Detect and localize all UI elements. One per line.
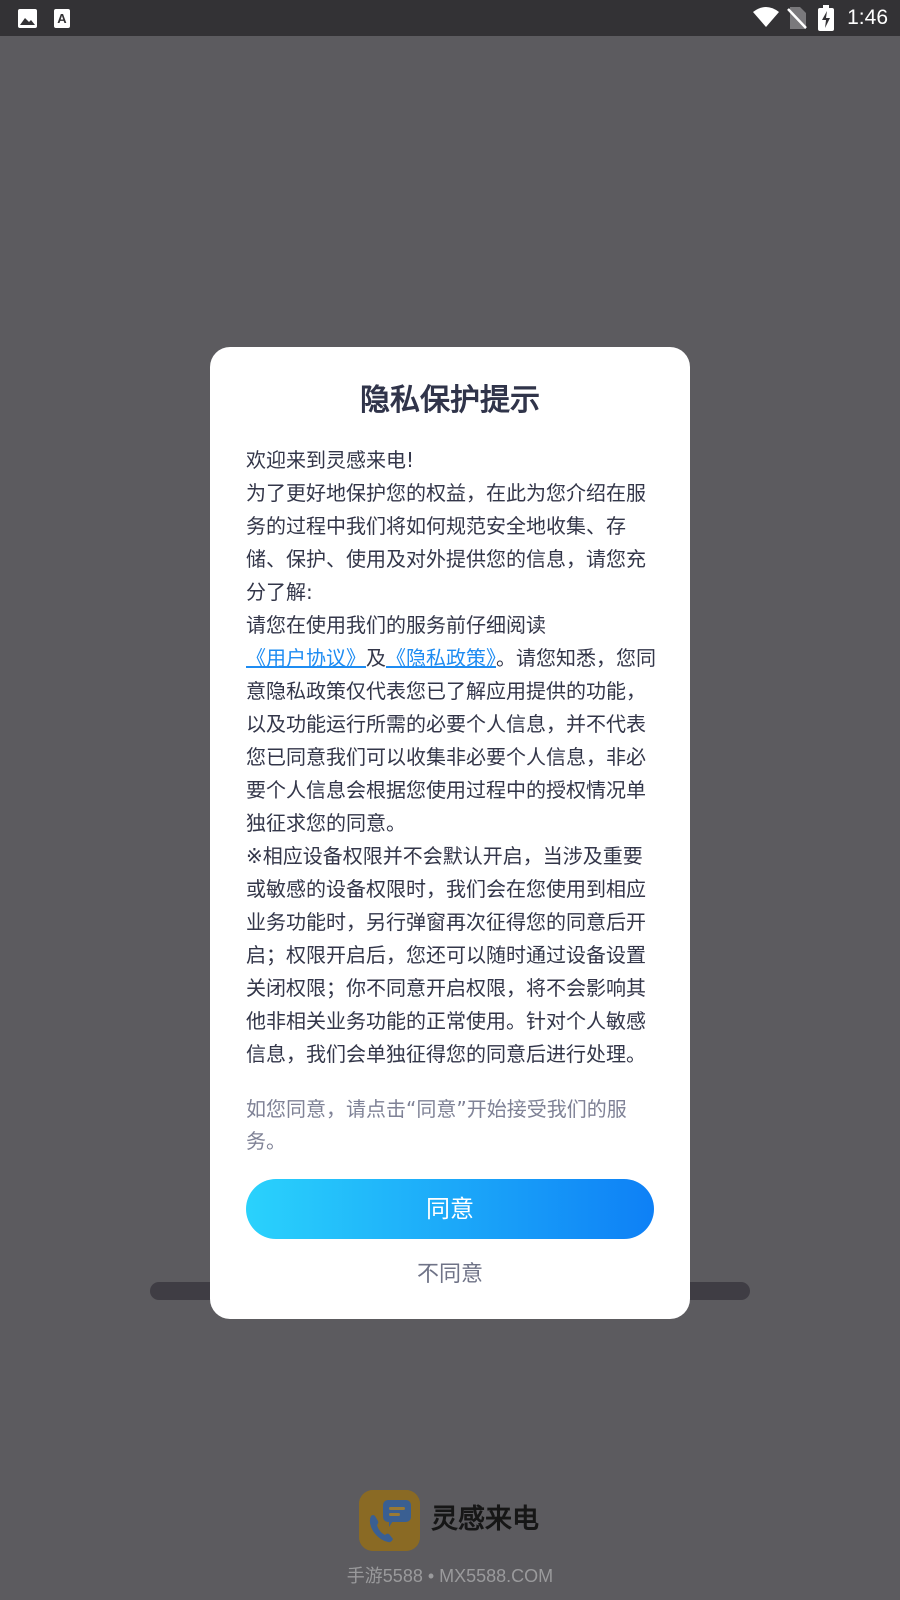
user-agreement-link[interactable]: 《用户协议》 [246, 646, 366, 670]
dialog-title: 隐私保护提示 [360, 383, 540, 418]
watermark: 手游5588 • MX5588.COM [346, 1566, 554, 1586]
status-bar: A 1:46 [0, 0, 900, 36]
agreement-paragraph: 请您在使用我们的服务前仔细阅读《用户协议》及《隐私政策》。请您知悉，您同意隐私政… [246, 609, 658, 840]
agree-button[interactable]: 同意 [246, 1179, 654, 1239]
read-prefix-text: 请您在使用我们的服务前仔细阅读 [246, 613, 546, 637]
consent-text: 。请您知悉，您同意隐私政策仅代表您已了解应用提供的功能，以及功能运行所需的必要个… [246, 646, 656, 835]
greeting-text: 欢迎来到灵感来电! [246, 448, 415, 472]
image-icon [17, 8, 38, 33]
app-name: 灵感来电 [431, 1504, 539, 1535]
battery-charging-icon [818, 5, 834, 35]
dialog-body: 欢迎来到灵感来电! 为了更好地保护您的权益，在此为您介绍在服务的过程中我们将如何… [246, 444, 658, 1071]
disagree-button[interactable]: 不同意 [246, 1253, 654, 1297]
privacy-policy-link[interactable]: 《隐私政策》 [386, 646, 496, 670]
wifi-icon [752, 6, 780, 32]
status-time: 1:46 [847, 6, 888, 29]
no-sim-icon [787, 6, 807, 34]
intro-text: 为了更好地保护您的权益，在此为您介绍在服务的过程中我们将如何规范安全地收集、存储… [246, 481, 646, 604]
font-icon: A [53, 8, 71, 33]
app-logo [359, 1490, 420, 1551]
svg-text:A: A [57, 11, 67, 26]
and-text: 及 [366, 646, 386, 670]
permissions-text: ※相应设备权限并不会默认开启，当涉及重要或敏感的设备权限时，我们会在您使用到相应… [246, 844, 646, 1066]
privacy-dialog: 隐私保护提示 欢迎来到灵感来电! 为了更好地保护您的权益，在此为您介绍在服务的过… [210, 347, 690, 1319]
dialog-hint: 如您同意，请点击“同意”开始接受我们的服务。 [246, 1097, 627, 1153]
